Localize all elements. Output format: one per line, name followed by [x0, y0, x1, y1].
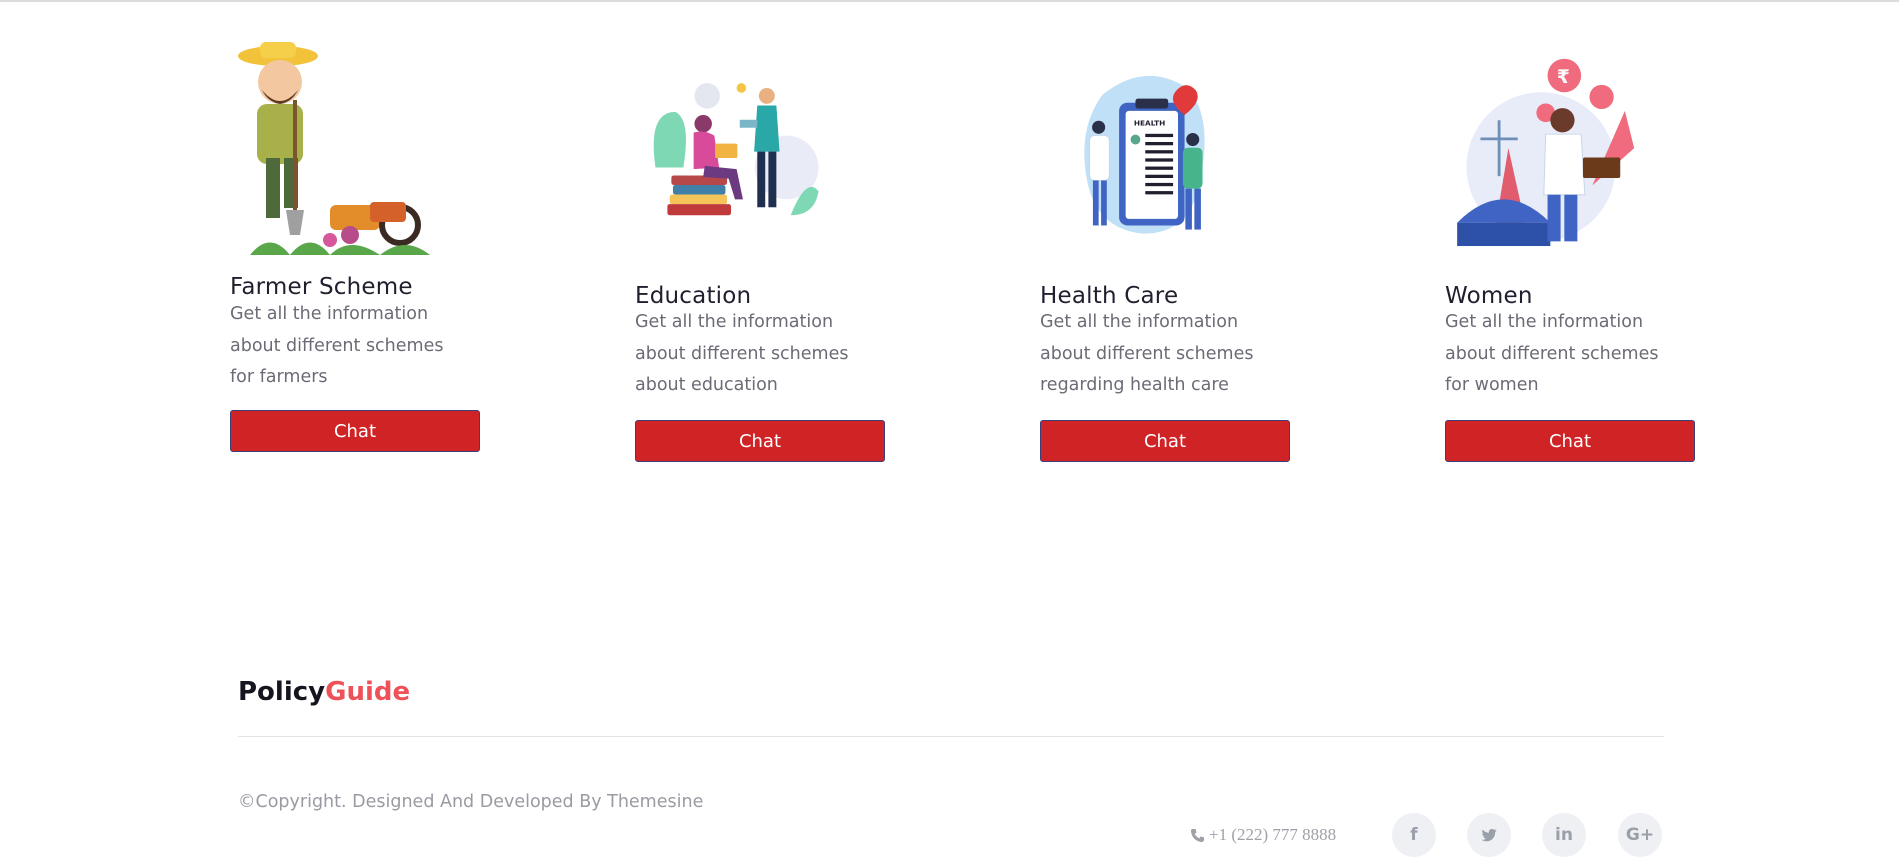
card-description-line: about different schemes [230, 335, 444, 356]
facebook-glyph: f [1410, 825, 1418, 845]
linkedin-icon[interactable]: in [1542, 813, 1586, 857]
card-title: Education [635, 283, 752, 309]
farmer-illustration [238, 42, 430, 255]
card-description-line: Get all the information [1445, 312, 1644, 332]
women-illustration: ₹ [1457, 58, 1635, 247]
top-border [0, 0, 1899, 2]
card-title: Health Care [1040, 283, 1179, 309]
card-description-line: regarding health care [1040, 375, 1229, 395]
linkedin-glyph: in [1555, 825, 1573, 845]
chat-button[interactable]: Chat [230, 410, 480, 452]
card-description-line: for women [1445, 375, 1539, 395]
card-description: Get all the information about different … [230, 299, 470, 394]
card-description-line: Get all the information [1040, 312, 1239, 332]
card-women: ₹ Women Get all the information about di… [1445, 40, 1705, 470]
logo-part-policy: Policy [238, 677, 326, 707]
phone-icon [1190, 828, 1205, 842]
copyright-text: ©Copyright. Designed And Developed By Th… [238, 792, 704, 812]
twitter-bird-icon [1481, 828, 1497, 842]
google-plus-icon[interactable]: G+ [1618, 813, 1662, 857]
twitter-icon[interactable] [1467, 813, 1511, 857]
card-description-line: Get all the information [230, 304, 429, 324]
facebook-icon[interactable]: f [1392, 813, 1436, 857]
rupee-label: ₹ [1557, 67, 1570, 88]
card-title: Women [1445, 283, 1533, 309]
card-description: Get all the information about different … [1040, 307, 1280, 402]
card-title: Farmer Scheme [230, 274, 413, 300]
card-description-line: for farmers [230, 367, 328, 387]
card-description: Get all the information about different … [1445, 307, 1685, 402]
card-description: Get all the information about different … [635, 307, 875, 402]
card-description-line: about different schemes [1445, 343, 1659, 364]
card-education: Education Get all the information about … [635, 40, 895, 470]
card-farmer-scheme: Farmer Scheme Get all the information ab… [230, 40, 490, 460]
phone-contact[interactable]: +1 (222) 777 8888 [1190, 825, 1336, 845]
chat-button[interactable]: Chat [1040, 420, 1290, 462]
education-illustration [653, 83, 819, 216]
chat-button[interactable]: Chat [635, 420, 885, 462]
health-label: HEALTH [1134, 119, 1166, 128]
footer-logo[interactable]: PolicyGuide [238, 677, 410, 707]
google-plus-glyph: G+ [1625, 825, 1655, 845]
chat-button[interactable]: Chat [1445, 420, 1695, 462]
card-description-line: Get all the information [635, 312, 834, 332]
card-description-line: about education [635, 375, 778, 395]
health-care-illustration: HEALTH [1084, 75, 1205, 234]
card-description-line: about different schemes [1040, 343, 1254, 364]
card-description-line: about different schemes [635, 343, 849, 364]
logo-part-guide: Guide [325, 677, 411, 707]
card-health-care: HEALTH Health Care Get all the informati… [1040, 40, 1300, 470]
footer-divider [238, 736, 1664, 737]
phone-number: +1 (222) 777 8888 [1209, 825, 1337, 844]
